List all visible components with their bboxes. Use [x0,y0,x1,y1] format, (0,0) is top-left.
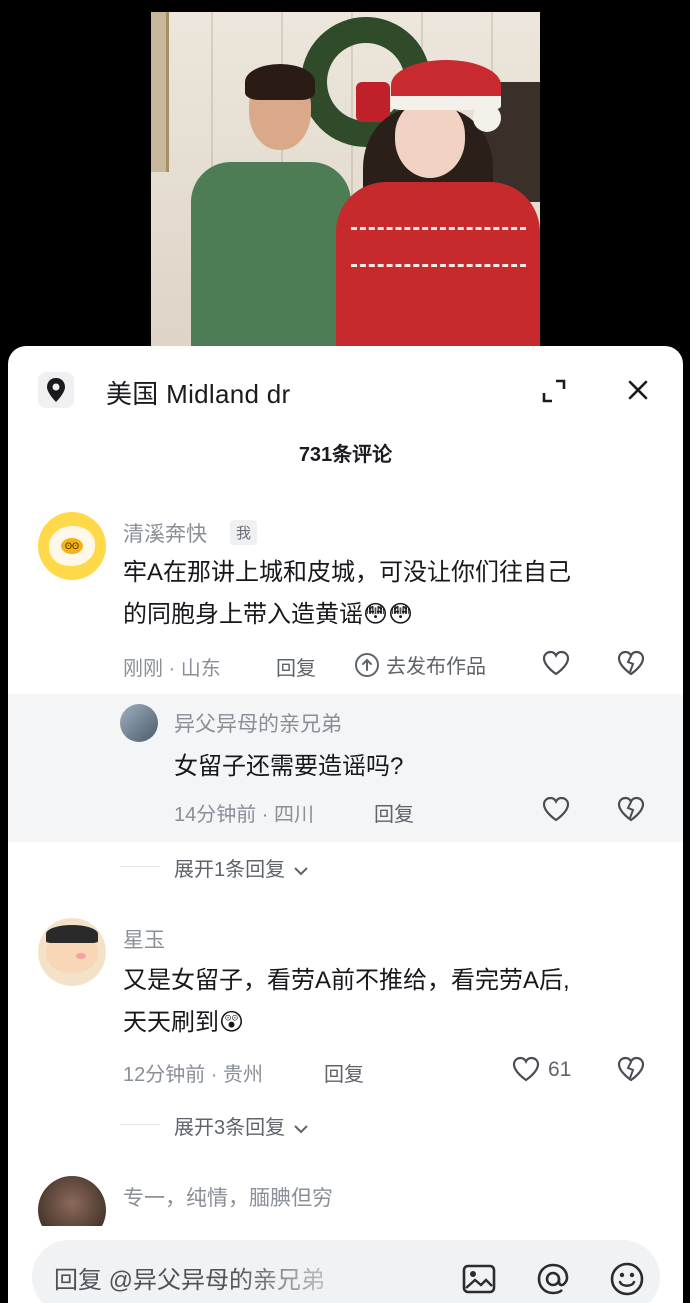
publish-button[interactable]: 去发布作品 [354,650,486,679]
avatar[interactable]: ʘʘ [38,512,106,580]
publish-label: 去发布作品 [386,656,486,678]
comment-username[interactable]: 星玉 [123,924,165,954]
chevron-down-icon [293,1125,308,1134]
comments-sheet: 美国 Midland dr 731条评论 ʘʘ 清溪奔快 我 牢A在那讲上城和皮… [8,346,683,1303]
reply-button[interactable]: 回复 [374,798,414,827]
comment-username[interactable]: 清溪奔快 [123,518,207,548]
chevron-down-icon [293,867,308,876]
comment-meta: 12分钟前 · 贵州 [123,1064,264,1086]
me-badge: 我 [230,520,258,545]
heart-icon[interactable] [541,648,571,678]
sheet-header: 美国 Midland dr [8,346,683,436]
comment-meta: 刚刚 · 山东 [123,658,221,680]
expand-replies-label: 展开3条回复 [174,1117,286,1139]
location-pin-icon[interactable] [38,372,74,408]
broken-heart-icon[interactable] [616,648,646,678]
reply-username[interactable]: 异父异母的亲兄弟 [174,708,342,738]
expand-replies-button[interactable]: 展开3条回复 [174,1111,309,1140]
broken-heart-icon[interactable] [616,794,646,824]
avatar[interactable] [38,918,106,986]
reply-input[interactable]: 回复 @异父异母的亲兄弟 [32,1240,660,1303]
close-icon[interactable] [624,376,652,404]
divider [120,1124,160,1125]
location-label[interactable]: 美国 Midland dr [106,374,291,411]
avatar[interactable] [120,704,158,742]
reply-meta: 14分钟前 · 四川 [174,804,315,826]
comment-count: 731条评论 [298,444,393,466]
emoji-icon[interactable] [608,1260,646,1298]
divider [120,866,160,867]
upload-icon [355,652,379,677]
like-count: 61 [548,1058,572,1081]
heart-icon[interactable] [541,794,571,824]
comment-text-line: 又是女留子，看劳A前不推给，看完劳A后, [123,967,570,994]
broken-heart-icon[interactable] [616,1054,646,1084]
image-icon[interactable] [460,1260,498,1298]
comment-username[interactable]: 专一，纯情，腼腆但穷 [123,1182,333,1212]
at-icon[interactable] [534,1260,572,1298]
reply-button[interactable]: 回复 [324,1058,364,1087]
video-frame [151,12,540,360]
expand-replies-label: 展开1条回复 [174,859,286,881]
reply-button[interactable]: 回复 [276,652,316,681]
reply-input-bar: 回复 @异父异母的亲兄弟 [8,1226,683,1303]
expand-icon[interactable] [541,378,567,404]
comment-text-line: 牢A在那讲上城和皮城，可没让你们往自己 [123,559,572,586]
heart-icon[interactable] [511,1054,541,1084]
reply-text: 女留子还需要造谣吗? [174,753,404,780]
comment-text-line: 天天刷到😲 [123,1009,245,1036]
expand-replies-button[interactable]: 展开1条回复 [174,853,309,882]
comment-text-line: 的同胞身上带入造黄谣😳😳 [123,601,414,628]
video-area[interactable] [0,0,690,360]
